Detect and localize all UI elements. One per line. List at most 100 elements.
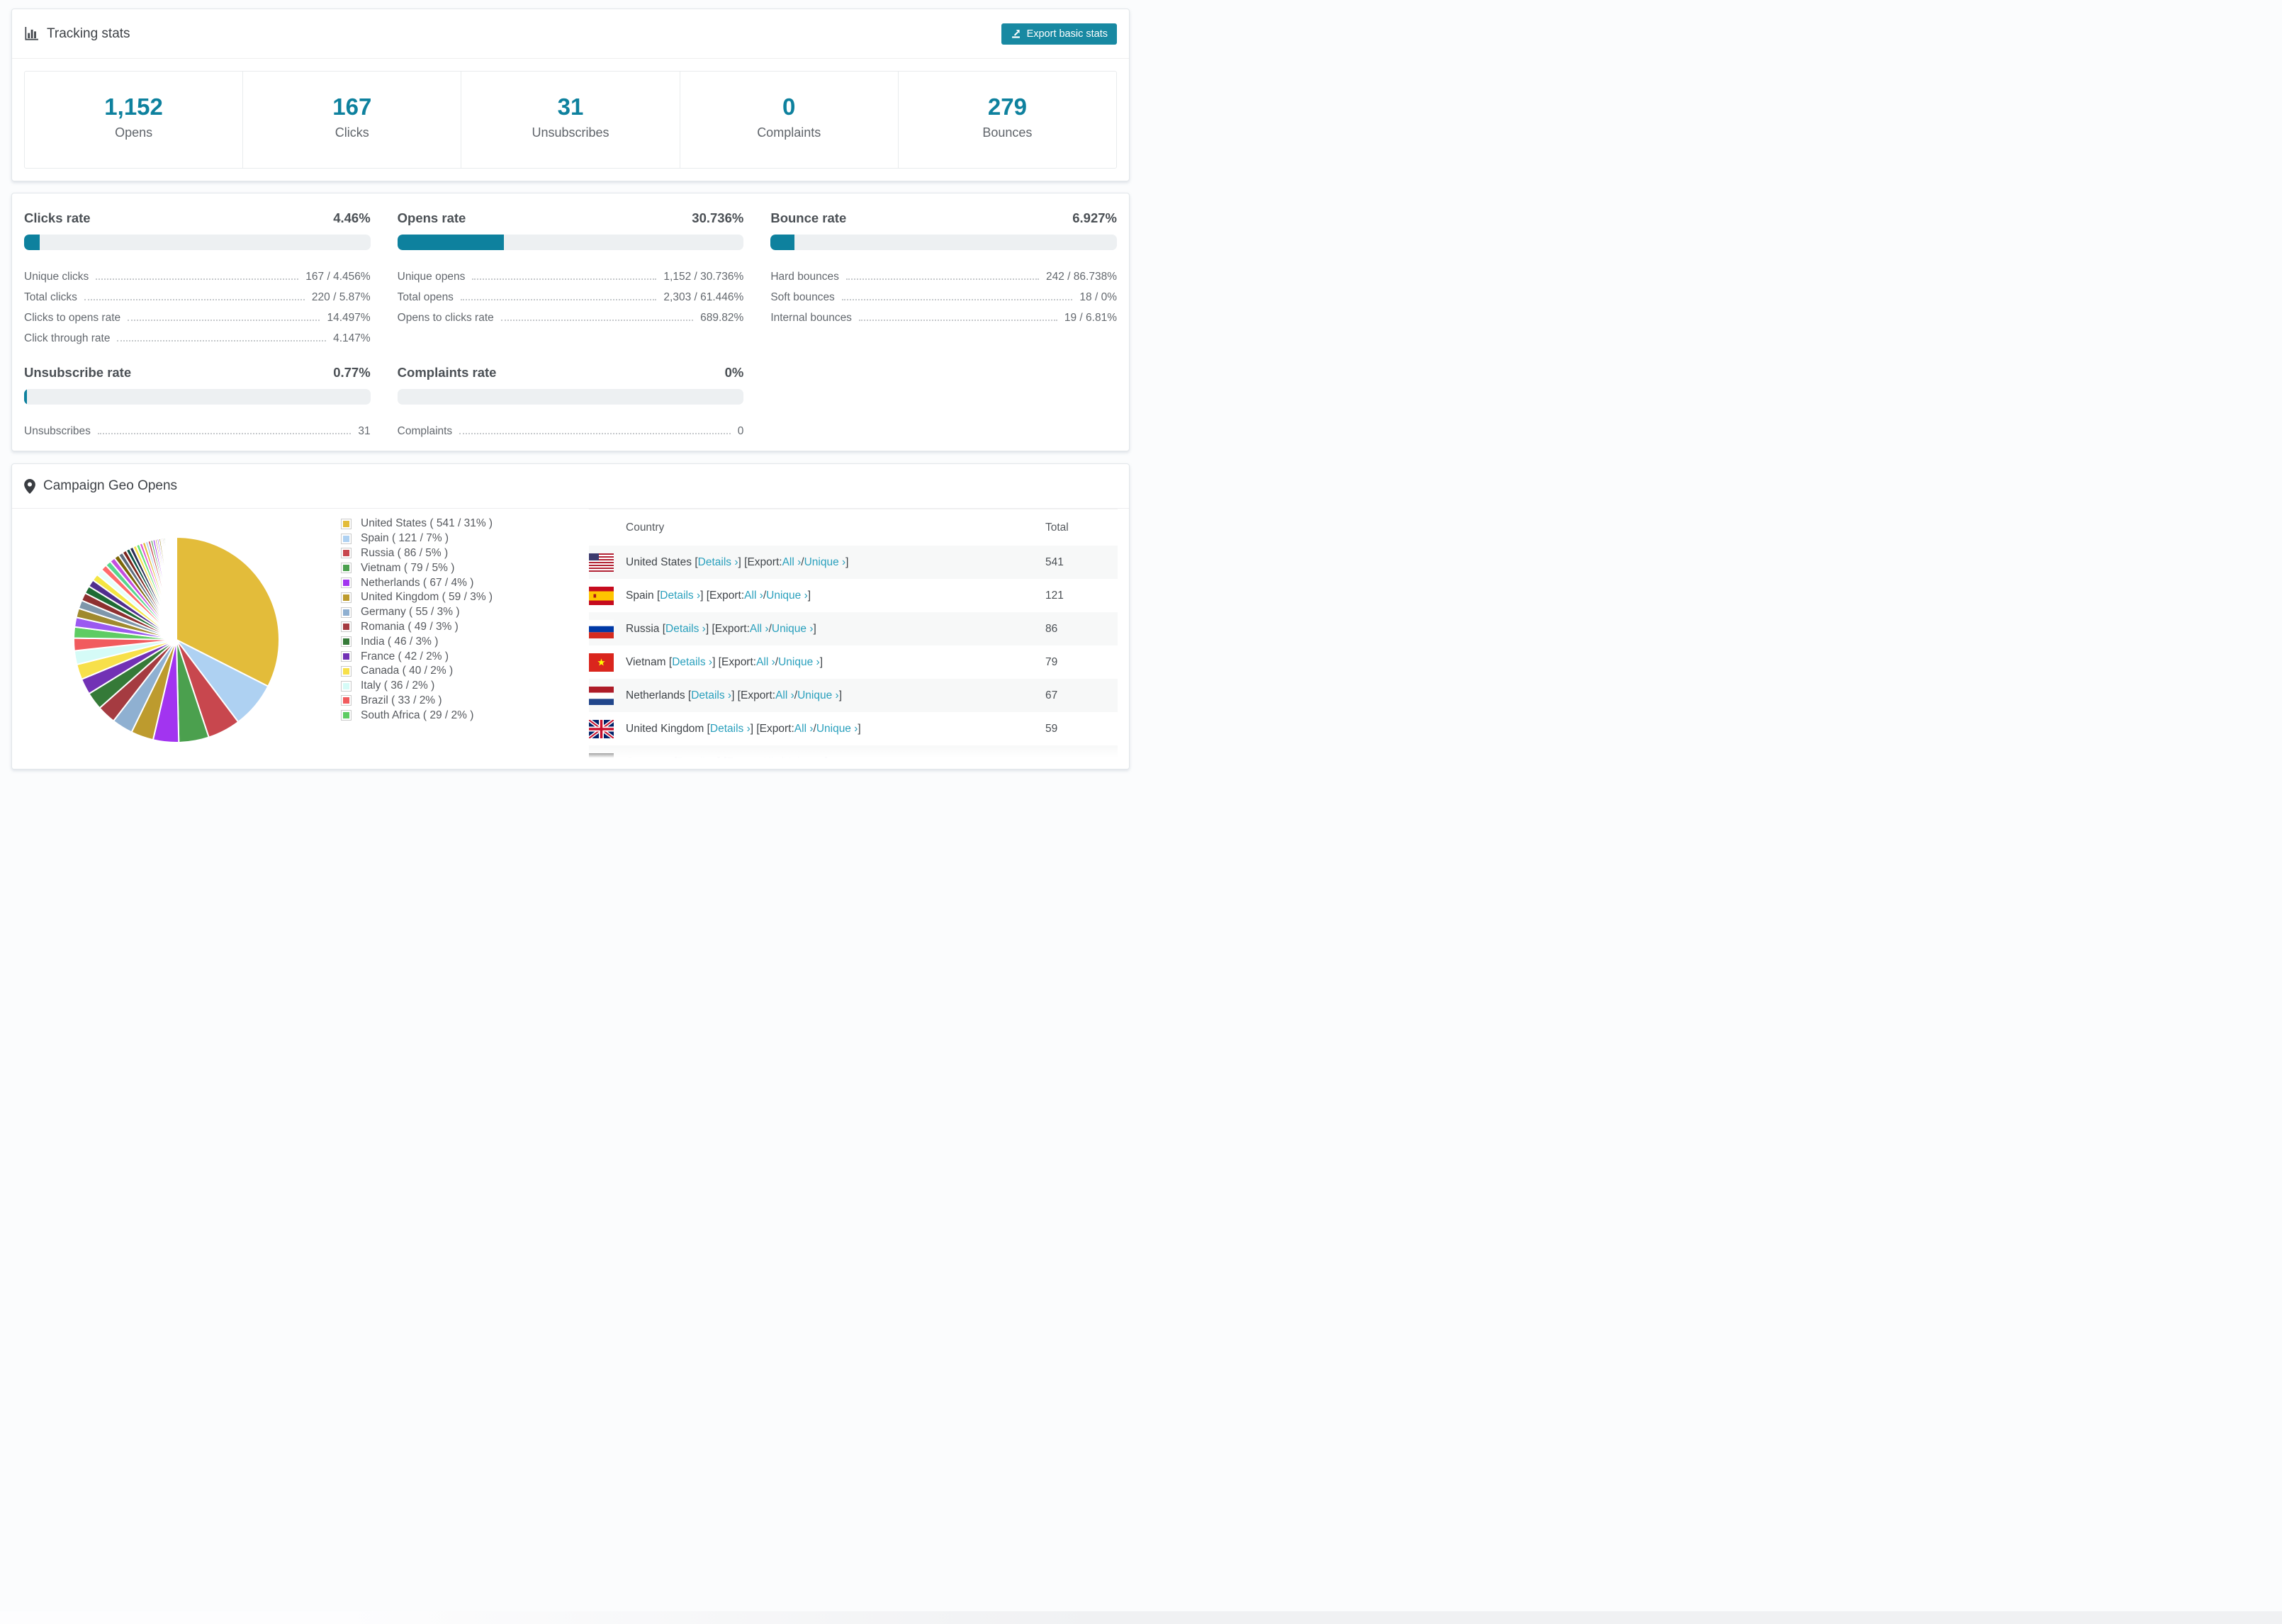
stat-label: Unsubscribes [532,125,609,140]
geo-details-link[interactable]: Details › [665,623,706,636]
page-bottom-strip [0,1611,2282,1624]
stats-summary: 1,152 Opens 167 Clicks 31 Unsubscribes 0 Compla… [24,71,1117,169]
dotted-leader [459,433,731,434]
progress-bar-fill [770,235,795,250]
dotted-leader [841,299,1073,300]
geo-export-unique-link[interactable]: Unique › [778,656,820,669]
rate-value: 0.77% [333,365,371,380]
geo-table-row-united-states: United States [Details ›] [Export: All ›… [589,546,1118,579]
legend-label: South Africa ( 29 / 2% ) [361,709,474,721]
legend-item-netherlands[interactable]: Netherlands ( 67 / 4% ) [341,575,589,590]
dotted-leader [460,299,657,300]
geo-country-cell: Vietnam [Details ›] [Export: All › / Uni… [626,655,824,669]
geo-export-all-link[interactable]: All › [756,656,775,669]
geo-export-unique-link[interactable]: Unique › [772,623,814,636]
geo-details-link[interactable]: Details › [691,689,731,702]
legend-item-brazil[interactable]: Brazil ( 33 / 2% ) [341,694,589,709]
flag-es-icon [589,586,614,605]
legend-label: Spain ( 121 / 7% ) [361,532,449,545]
geo-country-cell: United Kingdom [Details ›] [Export: All … [626,722,861,735]
rate-row-opens-to-clicks-rate: Opens to clicks rate 689.82% [398,304,744,325]
geo-country-name: Spain [626,589,657,602]
rate-row-unsubscribes: Unsubscribes 31 [24,417,371,438]
geo-table: Country Total United States [Details ›] … [589,509,1118,769]
geo-export-unique-link[interactable]: Unique › [816,723,858,735]
rate-row-label: Unsubscribes [24,425,91,437]
dotted-leader [858,320,1057,321]
geo-card: Campaign Geo Opens United States ( 541 /… [11,463,1130,769]
geo-details-link[interactable]: Details › [660,590,700,602]
geo-export-all-link[interactable]: All › [782,556,802,569]
dotted-leader [500,320,694,321]
rate-row-complaints: Complaints 0 [398,417,744,438]
geo-country-name: Netherlands [626,689,688,701]
flag-ru-icon [589,619,614,638]
legend-swatch [341,710,352,721]
rate-head: Bounce rate 6.927% [770,210,1117,226]
legend-swatch [341,548,352,559]
bar-chart-icon [24,26,39,41]
legend-label: Canada ( 40 / 2% ) [361,665,454,677]
stat-label: Complaints [757,125,821,140]
geo-export-unique-link[interactable]: Unique › [797,689,839,702]
geo-export-unique-link[interactable]: Unique › [783,756,825,769]
geo-table-header-total: Total [1045,521,1069,534]
progress-bar-fill [24,235,40,250]
geo-details-link[interactable]: Details › [672,656,712,669]
geo-details-link[interactable]: Details › [698,556,738,569]
dotted-leader [128,320,320,321]
geo-table-header-country: Country [626,521,665,534]
rate-block-clicks-rate: Clicks rate 4.46% Unique clicks 167 / 4.456… [24,210,371,345]
legend-swatch [341,577,352,589]
stat-value: 1,152 [104,94,163,120]
rate-row-hard-bounces: Hard bounces 242 / 86.738% [770,263,1117,283]
legend-swatch [341,695,352,706]
rate-block-unsubscribe-rate: Unsubscribe rate 0.77% Unsubscribes 31 [24,365,371,438]
geo-export-all-link[interactable]: All › [775,689,794,702]
geo-pie-chart [12,509,341,769]
geo-export-all-link[interactable]: All › [794,723,814,735]
geo-export-unique-link[interactable]: Unique › [804,556,846,569]
tracking-stats-card: Tracking stats Export basic stats 1,152 O… [11,9,1130,181]
progress-bar [24,235,371,250]
stat-label: Bounces [982,125,1033,140]
legend-item-romania[interactable]: Romania ( 49 / 3% ) [341,620,589,635]
rate-row-label: Hard bounces [770,271,839,283]
geo-total-cell: 79 [1045,655,1058,668]
rate-row-value: 220 / 5.87% [311,291,371,303]
legend-label: Romania ( 49 / 3% ) [361,620,459,633]
rate-row-value: 2,303 / 61.446% [663,291,744,303]
rates-grid: Clicks rate 4.46% Unique clicks 167 / 4.456… [24,210,1117,438]
geo-details-link[interactable]: Details › [710,723,751,735]
rate-row-click-through-rate: Click through rate 4.147% [24,325,371,345]
legend-item-united-kingdom[interactable]: United Kingdom ( 59 / 3% ) [341,590,589,605]
geo-table-header: Country Total [589,509,1118,546]
geo-export-all-link[interactable]: All › [750,623,769,636]
rate-row-total-opens: Total opens 2,303 / 61.446% [398,283,744,304]
legend-item-russia[interactable]: Russia ( 86 / 5% ) [341,546,589,561]
geo-export-unique-link[interactable]: Unique › [766,590,808,602]
export-basic-stats-button[interactable]: Export basic stats [1001,23,1117,45]
geo-export-all-link[interactable]: All › [761,756,780,769]
geo-content: United States ( 541 / 31% ) Spain ( 121 /… [12,509,1129,769]
geo-title: Campaign Geo Opens [24,478,177,494]
geo-export-all-link[interactable]: All › [744,590,763,602]
tracking-stats-header: Tracking stats Export basic stats [12,9,1129,59]
legend-item-germany[interactable]: Germany ( 55 / 3% ) [341,605,589,620]
legend-swatch [341,665,352,677]
legend-item-south-africa[interactable]: South Africa ( 29 / 2% ) [341,708,589,723]
rate-row-label: Total clicks [24,291,77,303]
legend-item-vietnam[interactable]: Vietnam ( 79 / 5% ) [341,560,589,575]
legend-item-italy[interactable]: Italy ( 36 / 2% ) [341,679,589,694]
rate-title: Opens rate [397,210,466,225]
legend-item-united-states[interactable]: United States ( 541 / 31% ) [341,517,589,531]
legend-item-canada[interactable]: Canada ( 40 / 2% ) [341,664,589,679]
geo-details-link[interactable]: Details › [677,756,717,769]
rate-row-label: Internal bounces [770,312,852,324]
legend-item-france[interactable]: France ( 42 / 2% ) [341,649,589,664]
legend-item-india[interactable]: India ( 46 / 3% ) [341,634,589,649]
legend-item-spain[interactable]: Spain ( 121 / 7% ) [341,531,589,546]
geo-country-cell: Spain [Details ›] [Export: All › / Uniqu… [626,589,811,602]
legend-label: Russia ( 86 / 5% ) [361,546,449,559]
legend-swatch [341,651,352,662]
